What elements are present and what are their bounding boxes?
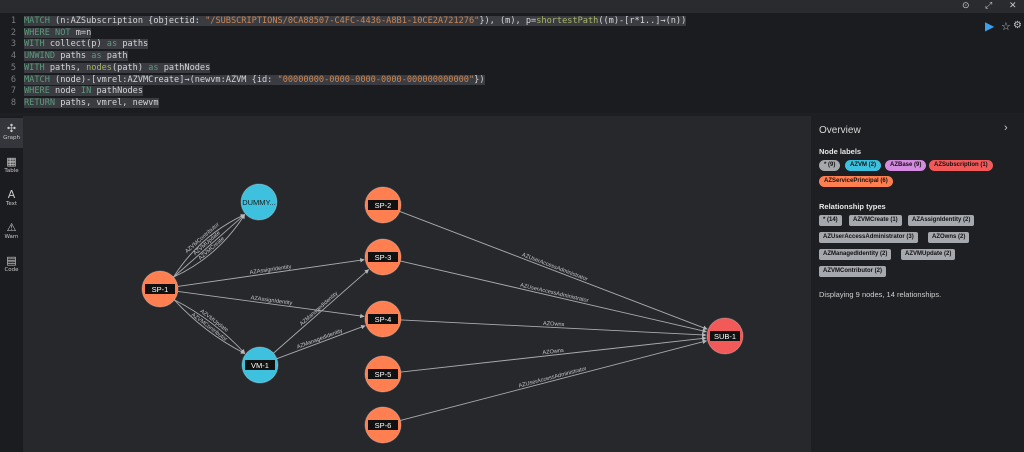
table-icon: ▦ — [6, 155, 17, 168]
code-text: WITH paths, nodes(path) as pathNodes — [24, 62, 211, 73]
node-vm-1[interactable]: VM-1 — [241, 346, 279, 384]
nav-label: Warn — [4, 234, 19, 240]
code-icon: ▤ — [6, 254, 17, 267]
nav-table[interactable]: ▦ Table — [0, 151, 23, 181]
graph-icon: ✣ — [6, 122, 17, 135]
chevron-right-icon[interactable]: › — [1004, 122, 1008, 134]
nav-label: Text — [5, 201, 18, 207]
node-label-chip[interactable]: * (9) — [819, 160, 841, 171]
code-text: MATCH (node)-[vmrel:AZVMCreate]→(newvm:A… — [24, 74, 485, 85]
node-label-chip[interactable]: AZSubscription (1) — [929, 160, 993, 171]
nav-label: Graph — [3, 135, 20, 141]
overview-title: Overview — [819, 125, 861, 136]
graph-summary: Displaying 9 nodes, 14 relationships. — [819, 290, 942, 299]
line-number: 7 — [10, 86, 16, 97]
node-label: SUB-1 — [714, 332, 736, 341]
nav-text[interactable]: A Text — [0, 184, 23, 214]
close-icon[interactable]: ✕ — [1009, 1, 1017, 11]
nav-graph[interactable]: ✣ Graph — [0, 118, 23, 148]
line-number: 1 — [10, 16, 16, 26]
node-label: SP-3 — [375, 253, 392, 262]
relationship-type-tag[interactable]: AZManagedIdentity (2) — [819, 249, 892, 260]
edge-label: AZManagedIdentity — [299, 291, 340, 328]
edge-label: AZAssignIdentity — [250, 295, 293, 307]
node-label: DUMMY... — [242, 198, 276, 207]
node-sub-1[interactable]: SUB-1 — [706, 317, 744, 355]
line-number: 5 — [10, 62, 16, 73]
code-line[interactable]: 5 WITH paths, nodes(path) as pathNodes — [0, 62, 978, 74]
node-sp-1[interactable]: SP-1 — [141, 270, 179, 308]
node-dummy[interactable]: DUMMY... — [240, 183, 278, 221]
node-label: SP-2 — [375, 201, 392, 210]
code-text: UNWIND paths as path — [24, 51, 128, 62]
code-line[interactable]: 3 WITH collect(p) as paths — [0, 39, 978, 50]
code-line[interactable]: 7 WHERE node IN pathNodes — [0, 86, 978, 97]
code-line[interactable]: 2 WHERE NOT m=n — [0, 27, 978, 39]
warning-icon: ⚠ — [6, 221, 17, 234]
nav-warn[interactable]: ⚠ Warn — [0, 217, 23, 247]
code-line[interactable]: 8 RETURN paths, vmrel, newvm — [0, 97, 978, 109]
line-number: 6 — [10, 74, 16, 85]
text-icon: A — [7, 188, 16, 201]
relationship-type-tag[interactable]: AZVMContributor (2) — [819, 266, 886, 277]
code-text: RETURN paths, vmrel, newvm — [24, 97, 159, 108]
star-icon[interactable]: ☆ — [1001, 20, 1011, 33]
node-label-chip[interactable]: AZServicePrincipal (6) — [819, 176, 893, 187]
relationship-types-heading: Relationship types — [819, 202, 886, 211]
edge-label: AZManagedIdentity — [296, 328, 344, 351]
code-line[interactable]: 1 MATCH (n:AZSubscription {objectid: "/SU… — [0, 16, 978, 27]
node-label: SP-4 — [375, 315, 392, 324]
line-number: 2 — [10, 27, 16, 38]
code-line[interactable]: 4 UNWIND paths as path — [0, 51, 978, 62]
code-text: WITH collect(p) as paths — [24, 39, 149, 50]
node-label: SP-6 — [375, 421, 392, 430]
code-text: WHERE NOT m=n — [24, 27, 92, 38]
node-sp-5[interactable]: SP-5 — [364, 355, 402, 393]
expand-icon[interactable]: ⤢ — [985, 1, 992, 11]
result-view-nav: ✣ Graph ▦ Table A Text ⚠ Warn ▤ Code — [0, 116, 23, 452]
relationship-type-tag[interactable]: AZVMUpdate (2) — [901, 249, 956, 260]
line-number: 3 — [10, 39, 16, 50]
graph-canvas[interactable]: AZVMContributor AZVMUpdate AZVMCreate AZAss… — [23, 116, 811, 452]
node-sp-4[interactable]: SP-4 — [364, 300, 402, 338]
edge-label: AZUserAccessAdministrator — [521, 252, 589, 283]
pin-icon[interactable]: ⊙ — [962, 1, 970, 11]
code-text: WHERE node IN pathNodes — [24, 86, 144, 97]
edge-label: AZOwns — [542, 348, 564, 356]
relationship-type-tag[interactable]: AZOwns (2) — [928, 232, 970, 243]
edge-label: AZOwns — [543, 321, 565, 328]
relationship-type-tag[interactable]: * (14) — [819, 215, 842, 226]
node-labels-heading: Node labels — [819, 147, 862, 156]
edge-label: AZAssignIdentity — [249, 264, 292, 276]
relationship-type-tag[interactable]: AZVMCreate (1) — [849, 215, 902, 226]
overview-panel: Overview › Node labels * (9) AZVM (2) AZBa… — [811, 116, 1024, 452]
top-bar: ⊙ ⤢ ✕ — [0, 0, 1024, 13]
node-label: SP-5 — [375, 370, 392, 379]
play-icon[interactable]: ▶ — [985, 19, 994, 33]
nav-code[interactable]: ▤ Code — [0, 250, 23, 280]
graph-svg[interactable]: AZVMContributorAZVMUpdateAZVMCreateAZAss… — [23, 116, 811, 452]
edge-label: AZUserAccessAdministrator — [518, 366, 587, 389]
code-text: MATCH (n:AZSubscription {objectid: "/SUB… — [24, 16, 687, 26]
relationship-type-tag[interactable]: AZAssignIdentity (2) — [908, 215, 975, 226]
node-label-chip[interactable]: AZVM (2) — [845, 160, 881, 171]
line-number: 4 — [10, 51, 16, 62]
code-line[interactable]: 6 MATCH (node)-[vmrel:AZVMCreate]→(newvm:… — [0, 74, 978, 86]
node-label: VM-1 — [251, 361, 269, 370]
node-sp-3[interactable]: SP-3 — [364, 238, 402, 276]
relationship-type-tag[interactable]: AZUserAccessAdministrator (3) — [819, 232, 918, 243]
gear-icon[interactable]: ⚙ — [1013, 20, 1022, 31]
line-number: 8 — [10, 97, 16, 108]
node-label: SP-1 — [152, 285, 169, 294]
node-sp-6[interactable]: SP-6 — [364, 406, 402, 444]
node-sp-2[interactable]: SP-2 — [364, 186, 402, 224]
node-label-chip[interactable]: AZBase (9) — [885, 160, 927, 171]
query-editor[interactable]: 1 MATCH (n:AZSubscription {objectid: "/SU… — [0, 13, 978, 113]
edge-label: AZUserAccessAdministrator — [519, 283, 589, 305]
editor-actions: ▶ ☆ ⚙ — [978, 13, 1024, 113]
nav-label: Code — [4, 267, 19, 273]
nav-label: Table — [4, 168, 19, 174]
